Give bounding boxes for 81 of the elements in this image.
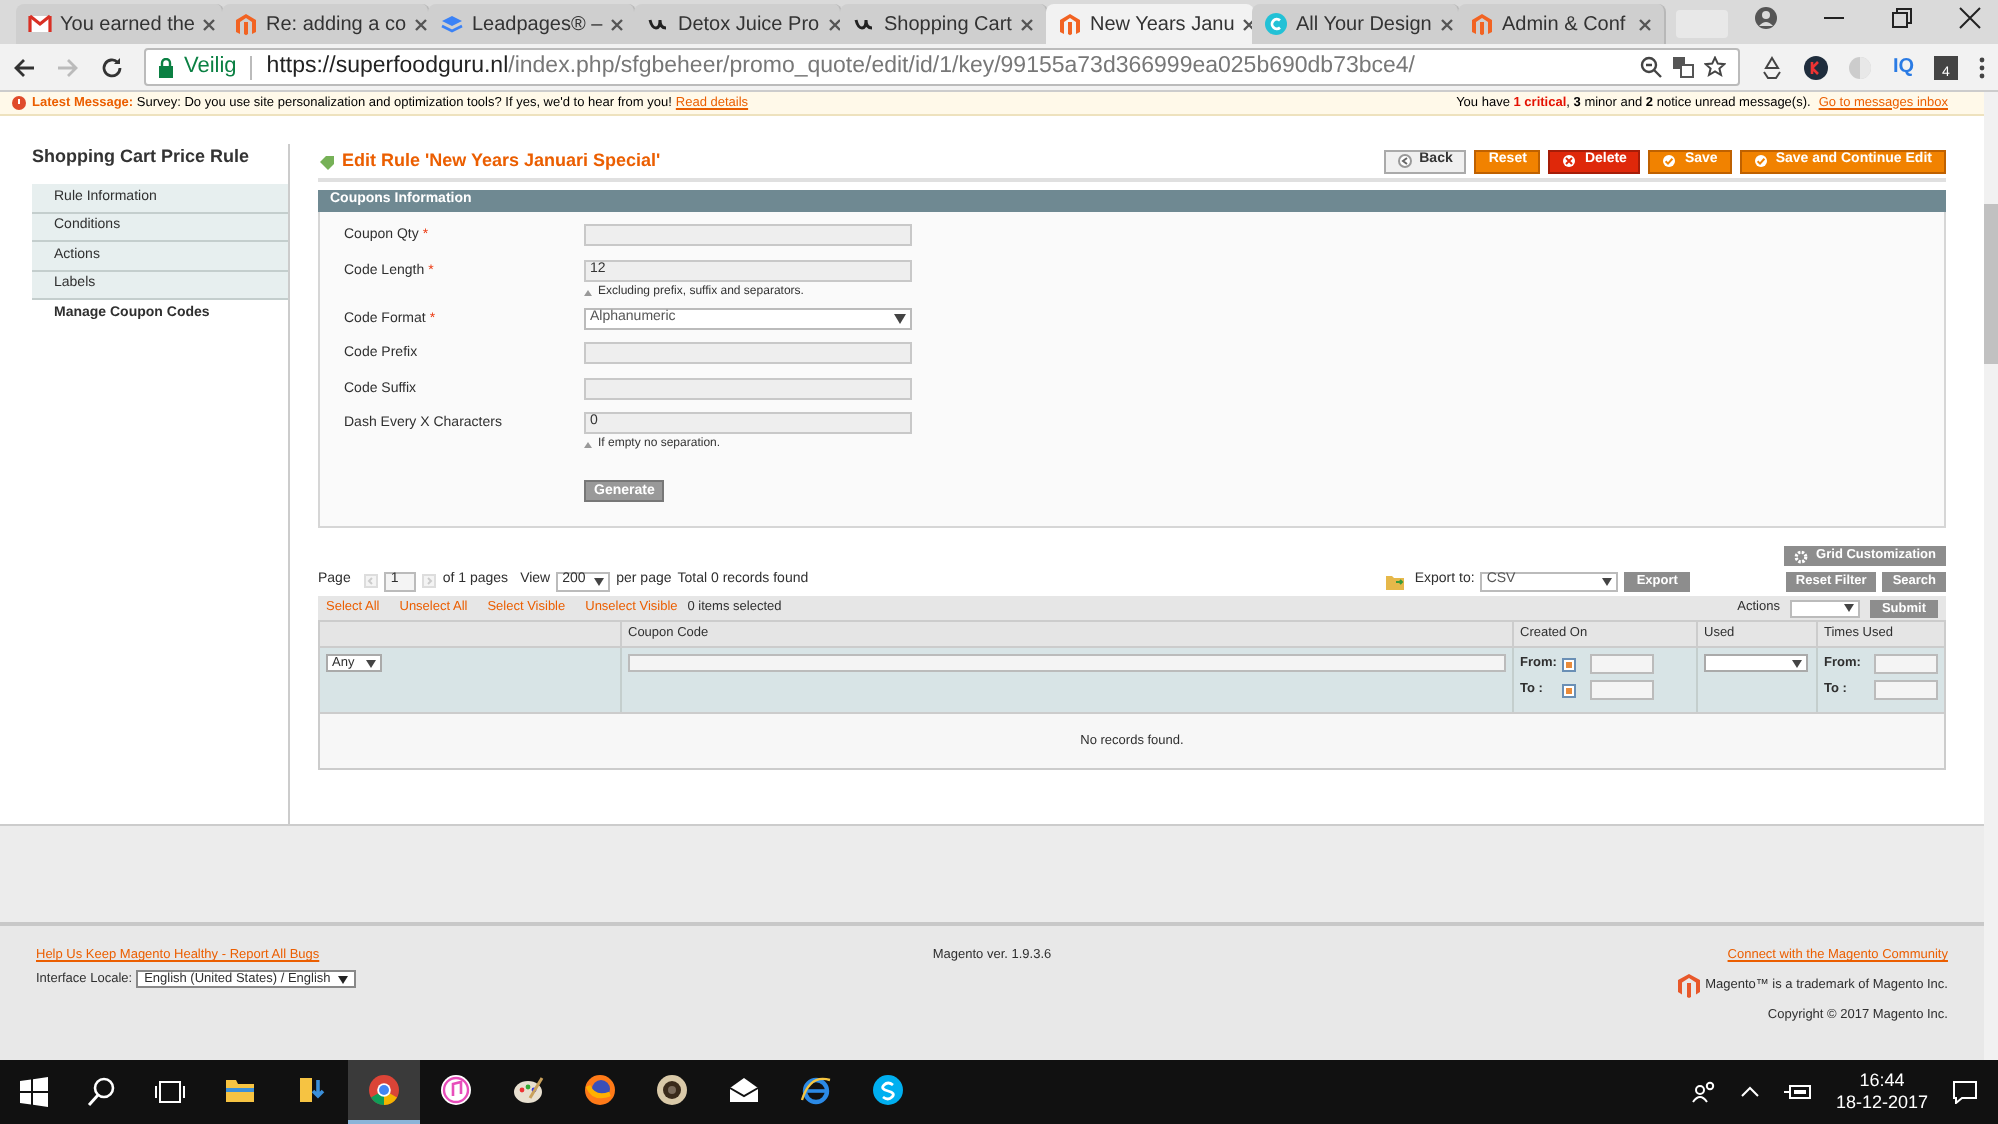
close-icon[interactable] [1958, 6, 1982, 30]
filter-input[interactable] [1874, 680, 1938, 700]
actions-select[interactable] [1789, 599, 1860, 617]
browser-tab[interactable]: You earned the [16, 4, 224, 44]
chrome-icon [368, 1074, 400, 1106]
browser-tab[interactable]: Admin & Conf [1458, 4, 1666, 44]
close-icon[interactable] [1242, 17, 1257, 31]
caret-icon [366, 659, 376, 667]
caret-icon [594, 577, 605, 585]
hexagon-logo-icon [1058, 12, 1082, 36]
scrollbar[interactable] [1984, 92, 1998, 1060]
gear-icon [1794, 549, 1809, 563]
palette-icon [512, 1074, 544, 1106]
browser-tab[interactable]: Re: adding a co [222, 4, 430, 44]
secure-label: Veilig [184, 52, 237, 83]
layers-icon [440, 12, 464, 36]
input-field[interactable] [584, 377, 912, 399]
caret-icon [1602, 577, 1613, 585]
caret-icon [894, 313, 906, 323]
caret-icon [1792, 659, 1802, 667]
browser-tab[interactable]: New Years Janu [1046, 4, 1254, 44]
tag-icon [318, 153, 336, 169]
browser-tab[interactable]: All Your Design [1252, 4, 1460, 44]
browser-tab[interactable]: Detox Juice Pro [634, 4, 842, 44]
reload-icon[interactable] [100, 55, 124, 79]
circle-letter-icon[interactable] [1804, 55, 1829, 79]
caret-icon [338, 975, 349, 984]
profile-icon[interactable] [1754, 6, 1778, 30]
hexagon-logo-icon [1677, 973, 1700, 998]
alert-icon [12, 96, 26, 110]
recycle-icon[interactable] [1760, 55, 1785, 79]
menu-icon[interactable] [1978, 55, 1986, 79]
filter-input[interactable] [1874, 654, 1938, 674]
windows-start-icon[interactable] [18, 1076, 50, 1108]
chevron-up-icon[interactable] [1739, 1086, 1760, 1098]
folder-icon [224, 1074, 256, 1106]
page-title: Edit Rule 'New Years Januari Special' [342, 147, 663, 174]
export-icon [1386, 573, 1405, 589]
restore-icon[interactable] [1890, 6, 1914, 30]
back-icon[interactable] [12, 55, 36, 79]
close-icon [1562, 154, 1577, 168]
taskbar-clock[interactable]: 16:44 18-12-2017 [1835, 1070, 1928, 1114]
translate-icon[interactable] [1672, 56, 1695, 78]
people-icon[interactable] [1691, 1080, 1716, 1104]
address-bar[interactable]: Veilig https://superfoodguru.nl/index.php/sfgbeheer/promo_quote/edit/id/1/key/99155a73d366999ea025b690db73bce4/ [144, 48, 1741, 86]
input-field[interactable] [584, 342, 912, 364]
taskbar-app[interactable] [348, 1060, 420, 1124]
camera-lens-icon [656, 1074, 688, 1106]
gmail-icon [28, 12, 52, 36]
browser-tab[interactable]: Shopping Cart [840, 4, 1048, 44]
envelope-icon [728, 1074, 760, 1106]
note-arrow-icon [584, 442, 592, 448]
chat-bubble-s-icon [872, 1074, 904, 1106]
input-field[interactable] [584, 224, 912, 246]
firefox-icon [584, 1074, 616, 1106]
star-icon[interactable] [1704, 56, 1727, 78]
notification-icon[interactable] [1952, 1080, 1978, 1104]
filter-input[interactable] [628, 654, 1506, 672]
filter-input[interactable] [1590, 654, 1654, 674]
browser-e-icon [800, 1074, 832, 1106]
lock-icon [158, 57, 174, 77]
zoom-icon[interactable] [1640, 56, 1663, 78]
browser-tab[interactable]: Leadpages® – [428, 4, 636, 44]
url-text: https://superfoodguru.nl/index.php/sfgbeheer/promo_quote/edit/id/1/key/99155a73d366999ea025b690db73bce4/ [266, 51, 1417, 82]
caret-icon [1843, 604, 1854, 612]
filter-input[interactable] [1590, 680, 1654, 700]
search-icon[interactable] [86, 1076, 118, 1108]
sidebar-title: Shopping Cart Price Rule [32, 144, 252, 170]
circle-letter-icon [1264, 12, 1288, 36]
download-folder-icon [296, 1074, 328, 1106]
note-arrow-icon [584, 289, 592, 295]
hexagon-logo-icon [234, 12, 258, 36]
back-icon [1397, 154, 1412, 168]
extension-icon[interactable]: IQ [1892, 52, 1914, 82]
music-icon [440, 1074, 472, 1106]
filter-select[interactable] [1704, 654, 1808, 672]
task-view-icon[interactable] [154, 1076, 186, 1108]
hexagon-logo-icon [1470, 12, 1494, 36]
check-icon [1753, 154, 1768, 168]
check-icon [1662, 154, 1677, 168]
battery-plug-icon[interactable] [1783, 1083, 1812, 1101]
